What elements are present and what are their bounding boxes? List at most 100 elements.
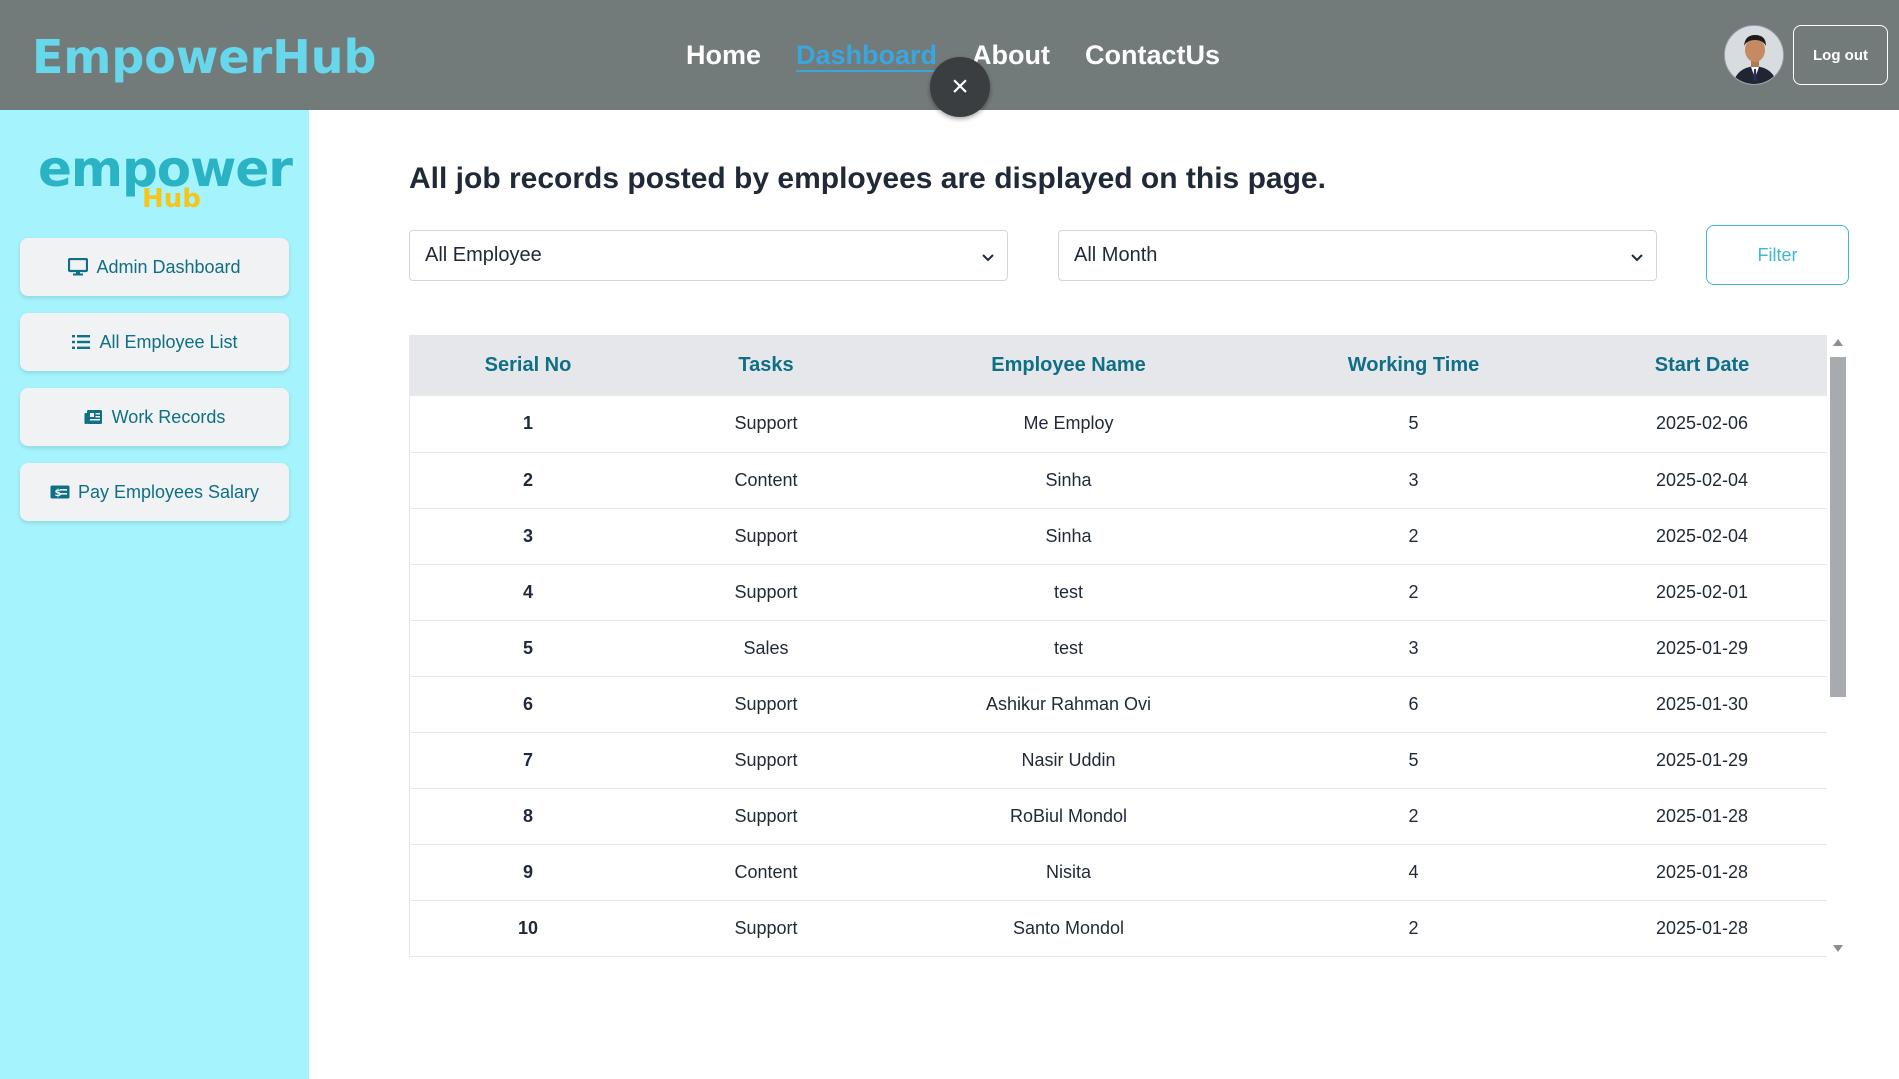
nav-contact[interactable]: ContactUs [1085,40,1220,71]
employee-name-cell: Nisita [1045,861,1091,882]
start-date-cell: 2025-02-06 [1655,413,1749,434]
serial-cell: 4 [522,581,533,602]
page-title: All job records posted by employees are … [409,162,1326,195]
scroll-down-arrow-icon[interactable] [1833,945,1843,952]
working-time-cell: 4 [1408,861,1419,882]
table-header-row: Serial No Tasks Employee Name Working Ti… [410,335,1827,396]
working-time-cell: 3 [1408,637,1419,658]
serial-cell: 9 [522,861,533,882]
money-bill-icon: $ [50,483,70,501]
task-cell: Support [734,749,798,770]
working-time-cell: 5 [1408,749,1419,770]
employee-name-cell: Ashikur Rahman Ovi [985,693,1152,714]
serial-cell: 10 [517,917,539,938]
column-header: Start Date [1654,354,1750,376]
column-header: Tasks [738,354,794,376]
table-row: 7 Support Nasir Uddin 5 2025-01-29 [410,732,1827,788]
work-records-table: Serial No Tasks Employee Name Working Ti… [410,335,1827,957]
sidebar-item-employee-list[interactable]: All Employee List [20,313,289,371]
sidebar: empower Hub Admin Dashboard All Employee… [0,110,309,1079]
sidebar-item-label: Pay Employees Salary [77,481,260,502]
nav-dashboard[interactable]: Dashboard [796,40,937,71]
serial-cell: 1 [522,413,533,434]
sidebar-item-pay-salary[interactable]: $ Pay Employees Salary [20,463,289,521]
sidebar-item-label: All Employee List [99,331,238,352]
serial-cell: 7 [522,749,533,770]
table-body: 1 Support Me Employ 5 2025-02-06 2 Content Sinh… [410,396,1827,956]
sidebar-item-work-records[interactable]: Work Records [20,388,289,446]
table-row: 1 Support Me Employ 5 2025-02-06 [410,396,1827,452]
column-header: Employee Name [991,354,1146,376]
task-cell: Support [734,693,798,714]
employee-name-cell: test [1053,581,1083,602]
sidebar-logo[interactable]: empower Hub [38,140,293,220]
serial-cell: 8 [522,805,533,826]
month-select-value: All Month [1074,244,1158,266]
task-cell: Support [734,581,798,602]
sidebar-item-label: Admin Dashboard [96,256,241,277]
start-date-cell: 2025-02-01 [1655,581,1749,602]
table-row: 2 Content Sinha 3 2025-02-04 [410,452,1827,508]
serial-cell: 5 [522,637,533,658]
employee-name-cell: Sinha [1045,525,1092,546]
working-time-cell: 5 [1408,413,1419,434]
serial-cell: 2 [522,469,533,490]
avatar[interactable] [1724,25,1784,85]
start-date-cell: 2025-01-28 [1655,861,1749,882]
working-time-cell: 2 [1408,917,1419,938]
start-date-cell: 2025-01-28 [1655,917,1749,938]
list-icon [71,333,91,351]
table-row: 5 Sales test 3 2025-01-29 [410,620,1827,676]
working-time-cell: 2 [1408,805,1419,826]
table-row: 6 Support Ashikur Rahman Ovi 6 2025-01-30 [410,676,1827,732]
working-time-cell: 2 [1408,581,1419,602]
month-select[interactable]: All Month [1058,230,1657,281]
filter-button[interactable]: Filter [1706,225,1849,285]
start-date-cell: 2025-01-28 [1655,805,1749,826]
task-cell: Support [734,525,798,546]
table-row: 8 Support RoBiul Mondol 2 2025-01-28 [410,788,1827,844]
working-time-cell: 2 [1408,525,1419,546]
start-date-cell: 2025-01-29 [1655,637,1749,658]
task-cell: Support [734,917,798,938]
start-date-cell: 2025-01-29 [1655,749,1749,770]
newspaper-icon [84,408,104,426]
column-header: Working Time [1347,354,1480,376]
sidebar-item-label: Work Records [111,406,226,427]
table-row: 9 Content Nisita 4 2025-01-28 [410,844,1827,900]
brand-logo[interactable]: EmpowerHub [32,30,376,84]
start-date-cell: 2025-02-04 [1655,525,1749,546]
employee-name-cell: Me Employ [1023,413,1114,434]
employee-name-cell: Sinha [1045,469,1092,490]
work-records-table-container[interactable]: Serial No Tasks Employee Name Working Ti… [409,335,1827,958]
navbar: EmpowerHub Home Dashboard About ContactU… [0,0,1899,117]
employee-name-cell: Santo Mondol [1012,917,1125,938]
close-icon: × [951,70,969,103]
nav-about[interactable]: About [972,40,1050,71]
table-row: 10 Support Santo Mondol 2 2025-01-28 [410,900,1827,956]
table-row: 4 Support test 2 2025-02-01 [410,564,1827,620]
scroll-up-arrow-icon[interactable] [1833,339,1843,346]
employee-select-value: All Employee [425,244,542,266]
user-photo-icon [1725,26,1783,84]
logout-button[interactable]: Log out [1793,25,1888,85]
serial-cell: 6 [522,693,533,714]
working-time-cell: 3 [1408,469,1419,490]
close-button[interactable]: × [930,57,990,117]
chevron-down-icon [1630,247,1644,262]
task-cell: Sales [743,637,789,658]
employee-name-cell: test [1053,637,1083,658]
monitor-icon [68,258,89,276]
sidebar-item-admin-dashboard[interactable]: Admin Dashboard [20,238,289,296]
nav-home[interactable]: Home [686,40,761,71]
scrollbar-thumb[interactable] [1830,357,1846,697]
employee-name-cell: RoBiul Mondol [1009,805,1128,826]
task-cell: Content [734,861,798,882]
employee-name-cell: Nasir Uddin [1021,749,1116,770]
table-row: 3 Support Sinha 2 2025-02-04 [410,508,1827,564]
employee-select[interactable]: All Employee [409,230,1008,281]
task-cell: Support [734,805,798,826]
sidebar-logo-sub: Hub [142,184,201,214]
table-scrollbar[interactable] [1829,335,1847,958]
column-header: Serial No [484,354,572,376]
